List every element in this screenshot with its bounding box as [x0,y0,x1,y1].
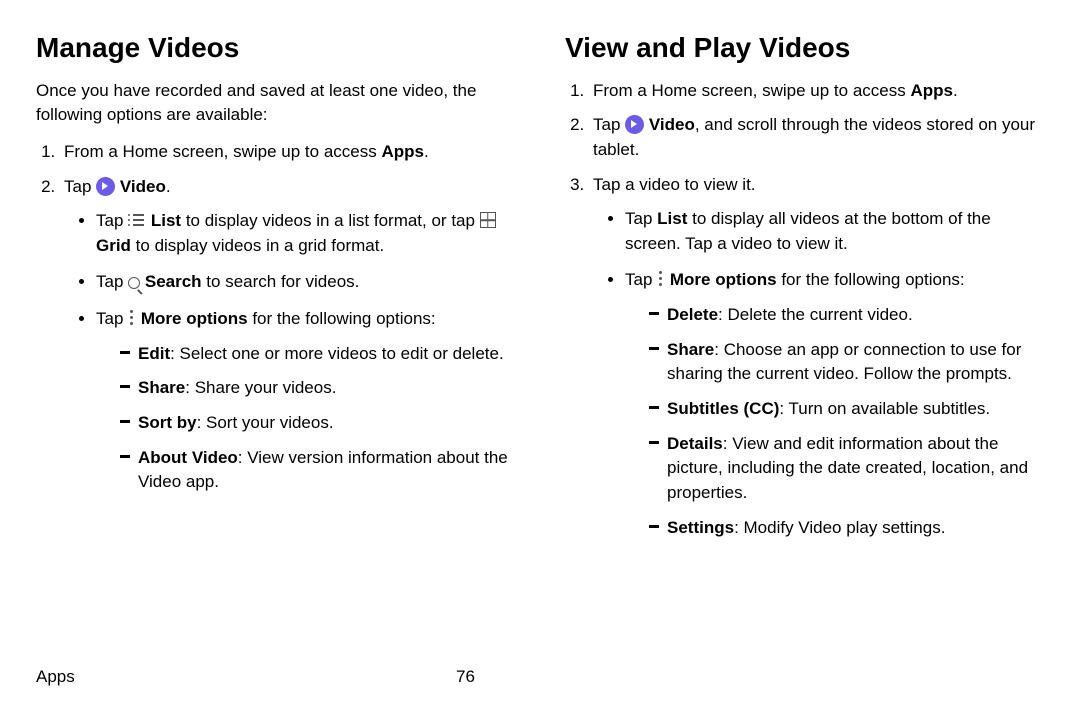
video-app-icon [625,115,644,134]
step-item: Tap Video. Tap List to display videos in… [60,175,515,495]
dash-list: Delete: Delete the current video. Share:… [625,303,1044,540]
step-text: Tap [64,177,96,196]
bullet-item: Tap List to display videos in a list for… [96,209,515,258]
dash-item: Share: Share your videos. [120,376,515,401]
step-text: Tap [593,115,625,134]
step-text: . [953,81,958,100]
option-name: Edit [138,344,170,363]
option-name: Details [667,434,723,453]
option-desc: : Delete the current video. [718,305,913,324]
more-options-icon [128,309,136,327]
bullet-text: for the following options: [777,270,965,289]
option-name: Share [138,378,185,397]
page-footer: Apps 76 [0,665,1080,690]
dash-item: Sort by: Sort your videos. [120,411,515,436]
footer-page-number: 76 [456,665,475,690]
dash-item: Share: Choose an app or connection to us… [649,338,1044,387]
bullet-text: Tap [96,211,128,230]
column-view-play-videos: View and Play Videos From a Home screen,… [565,28,1044,655]
video-label: Video [644,115,695,134]
option-desc: : Share your videos. [185,378,336,397]
dash-item: Settings: Modify Video play settings. [649,516,1044,541]
column-manage-videos: Manage Videos Once you have recorded and… [36,28,515,655]
bullet-text: Tap [96,272,128,291]
list-label: List [146,211,181,230]
option-name: Sort by [138,413,197,432]
option-desc: : Choose an app or connection to use for… [667,340,1021,384]
apps-label: Apps [381,142,424,161]
more-options-label: More options [136,309,247,328]
option-name: Subtitles (CC) [667,399,779,418]
bullet-list: Tap List to display videos in a list for… [64,209,515,495]
heading-view-play-videos: View and Play Videos [565,28,1044,69]
intro-text: Once you have recorded and saved at leas… [36,79,515,128]
dash-item: Edit: Select one or more videos to edit … [120,342,515,367]
option-desc: : Modify Video play settings. [734,518,945,537]
step-text: From a Home screen, swipe up to access [64,142,381,161]
list-label: List [657,209,687,228]
search-icon [128,277,140,289]
steps-list: From a Home screen, swipe up to access A… [565,79,1044,541]
bullet-item: Tap More options for the following optio… [625,268,1044,540]
footer-section: Apps [36,665,456,690]
step-item: Tap Video, and scroll through the videos… [589,113,1044,162]
option-name: Settings [667,518,734,537]
apps-label: Apps [910,81,953,100]
bullet-text: to display videos in a list format, or t… [181,211,480,230]
option-desc: : Select one or more videos to edit or d… [170,344,504,363]
option-name: Delete [667,305,718,324]
step-item: From a Home screen, swipe up to access A… [589,79,1044,104]
step-text: . [424,142,429,161]
dash-item: Details: View and edit information about… [649,432,1044,506]
page-content: Manage Videos Once you have recorded and… [0,0,1080,665]
dash-item: About Video: View version information ab… [120,446,515,495]
step-text: Tap a video to view it. [593,175,756,194]
bullet-text: to search for videos. [202,272,360,291]
bullet-item: Tap Search to search for videos. [96,270,515,295]
option-name: Share [667,340,714,359]
dash-item: Subtitles (CC): Turn on available subtit… [649,397,1044,422]
heading-manage-videos: Manage Videos [36,28,515,69]
video-app-icon [96,177,115,196]
bullet-text: Tap [625,270,657,289]
grid-label: Grid [96,236,131,255]
step-item: From a Home screen, swipe up to access A… [60,140,515,165]
steps-list: From a Home screen, swipe up to access A… [36,140,515,495]
option-name: About Video [138,448,238,467]
step-item: Tap a video to view it. Tap List to disp… [589,173,1044,541]
bullet-text: to display videos in a grid format. [131,236,384,255]
option-desc: : Sort your videos. [197,413,334,432]
grid-icon [480,212,496,228]
dash-list: Edit: Select one or more videos to edit … [96,342,515,495]
step-text: From a Home screen, swipe up to access [593,81,910,100]
bullet-item: Tap List to display all videos at the bo… [625,207,1044,256]
option-desc: : Turn on available subtitles. [779,399,990,418]
bullet-text: for the following options: [248,309,436,328]
dash-item: Delete: Delete the current video. [649,303,1044,328]
bullet-item: Tap More options for the following optio… [96,307,515,495]
more-options-label: More options [665,270,776,289]
search-label: Search [140,272,201,291]
step-text: . [166,177,171,196]
list-icon [128,211,146,229]
bullet-list: Tap List to display all videos at the bo… [593,207,1044,540]
more-options-icon [657,270,665,288]
video-label: Video [115,177,166,196]
bullet-text: Tap [625,209,657,228]
bullet-text: Tap [96,309,128,328]
